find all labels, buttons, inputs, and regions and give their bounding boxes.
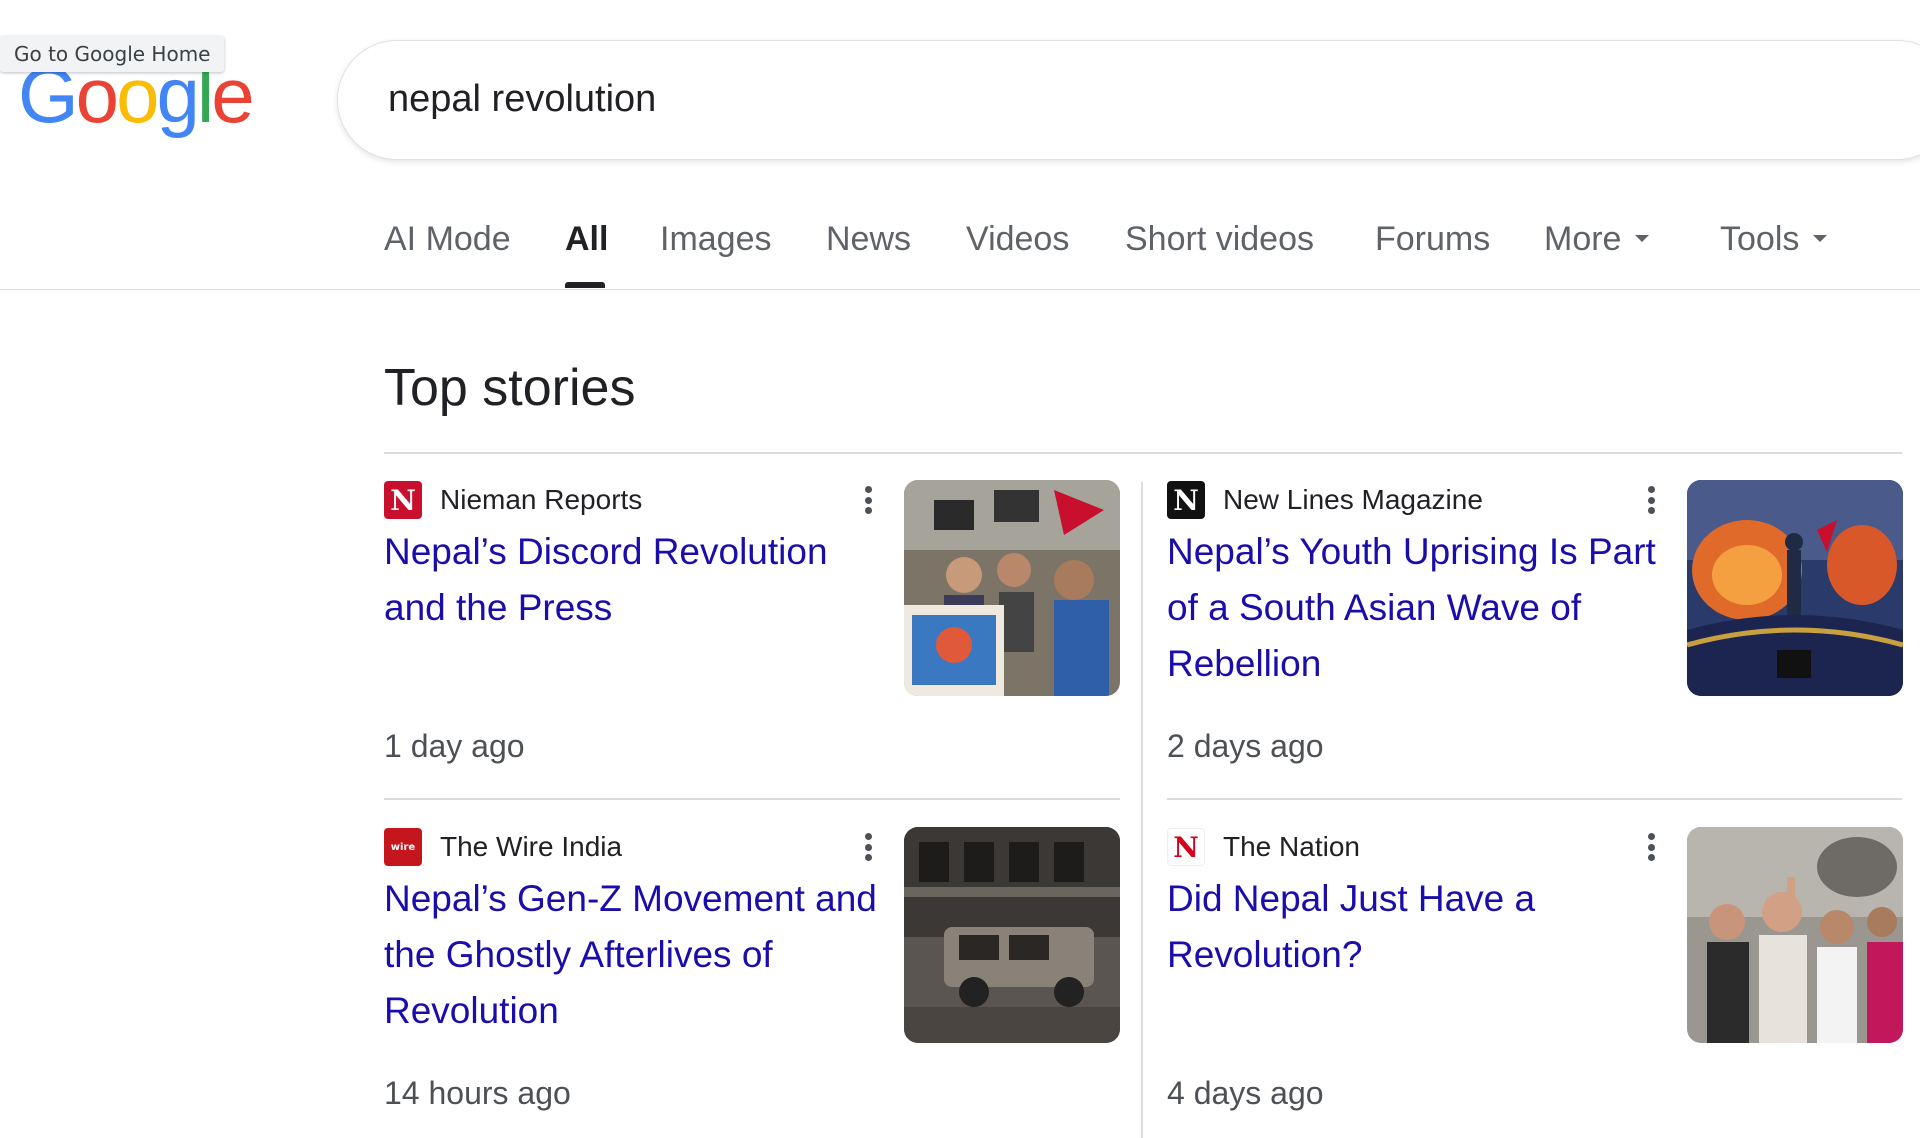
tab-news[interactable]: News: [826, 220, 911, 259]
caret-down-icon: [1635, 234, 1650, 242]
the-wire-logo-icon: wire: [384, 828, 422, 866]
story-card[interactable]: N Nieman Reports Nepal’s Discord Revolut…: [384, 480, 1124, 780]
celebrating-crowd-image[interactable]: [1687, 827, 1903, 1043]
tab-label: AI Mode: [384, 220, 511, 258]
tab-label: Videos: [966, 220, 1070, 258]
tab-label: Short videos: [1125, 220, 1314, 258]
source-name: The Wire India: [440, 831, 623, 862]
story-title-link[interactable]: Nepal’s Discord Revolution and the Press: [384, 524, 894, 636]
story-card[interactable]: N The Nation Did Nepal Just Have a Revol…: [1167, 827, 1907, 1127]
column-divider: [1141, 482, 1143, 1138]
active-tab-indicator: [565, 282, 605, 288]
tab-label: More: [1544, 220, 1622, 258]
story-title-link[interactable]: Nepal’s Youth Uprising Is Part of a Sout…: [1167, 524, 1677, 692]
more-options-icon[interactable]: [1639, 482, 1663, 518]
story-card[interactable]: wire The Wire India Nepal’s Gen-Z Moveme…: [384, 827, 1124, 1127]
story-source[interactable]: wire The Wire India: [384, 827, 622, 867]
row-divider: [1167, 798, 1902, 800]
tab-videos[interactable]: Videos: [966, 220, 1069, 259]
more-options-icon[interactable]: [856, 829, 880, 865]
tab-ai-mode[interactable]: AI Mode: [384, 220, 511, 259]
section-divider: [384, 452, 1902, 454]
story-source[interactable]: N The Nation: [1167, 827, 1360, 867]
tab-label: Images: [660, 220, 772, 258]
tab-label: All: [565, 220, 609, 258]
source-name: New Lines Magazine: [1223, 484, 1483, 515]
story-title-link[interactable]: Did Nepal Just Have a Revolution?: [1167, 871, 1677, 983]
source-name: Nieman Reports: [440, 484, 643, 515]
tab-label: Forums: [1375, 220, 1491, 258]
story-source[interactable]: N Nieman Reports: [384, 480, 642, 520]
story-source[interactable]: N New Lines Magazine: [1167, 480, 1483, 520]
story-card[interactable]: N New Lines Magazine Nepal’s Youth Upris…: [1167, 480, 1907, 780]
burned-building-car-image[interactable]: [904, 827, 1120, 1043]
tab-forums[interactable]: Forums: [1375, 220, 1490, 259]
tab-label: Tools: [1720, 220, 1800, 258]
tab-short-videos[interactable]: Short videos: [1125, 220, 1314, 259]
story-timestamp: 2 days ago: [1167, 728, 1324, 764]
story-title-link[interactable]: Nepal’s Gen-Z Movement and the Ghostly A…: [384, 871, 894, 1039]
fire-gate-protester-image[interactable]: [1687, 480, 1903, 696]
tab-tools[interactable]: Tools: [1720, 220, 1828, 259]
tab-more[interactable]: More: [1544, 220, 1650, 259]
row-divider: [384, 798, 1120, 800]
tab-images[interactable]: Images: [660, 220, 772, 259]
top-stories-heading: Top stories: [384, 359, 636, 417]
home-tooltip: Go to Google Home: [0, 36, 225, 72]
more-options-icon[interactable]: [1639, 829, 1663, 865]
more-options-icon[interactable]: [856, 482, 880, 518]
search-tabs: AI Mode All Images News Videos Short vid…: [0, 200, 1920, 290]
caret-down-icon: [1813, 234, 1828, 242]
new-lines-logo-icon: N: [1167, 481, 1205, 519]
tab-label: News: [826, 220, 912, 258]
story-timestamp: 4 days ago: [1167, 1075, 1324, 1111]
search-input[interactable]: [386, 41, 1786, 157]
search-header: Go to Google Home Google: [0, 0, 1920, 180]
nieman-reports-logo-icon: N: [384, 481, 422, 519]
search-box[interactable]: [337, 40, 1920, 160]
the-nation-logo-icon: N: [1167, 828, 1205, 866]
source-name: The Nation: [1223, 831, 1360, 862]
tab-all[interactable]: All: [565, 220, 608, 259]
story-timestamp: 14 hours ago: [384, 1075, 571, 1111]
story-timestamp: 1 day ago: [384, 728, 525, 764]
protest-crowd-flags-image[interactable]: [904, 480, 1120, 696]
